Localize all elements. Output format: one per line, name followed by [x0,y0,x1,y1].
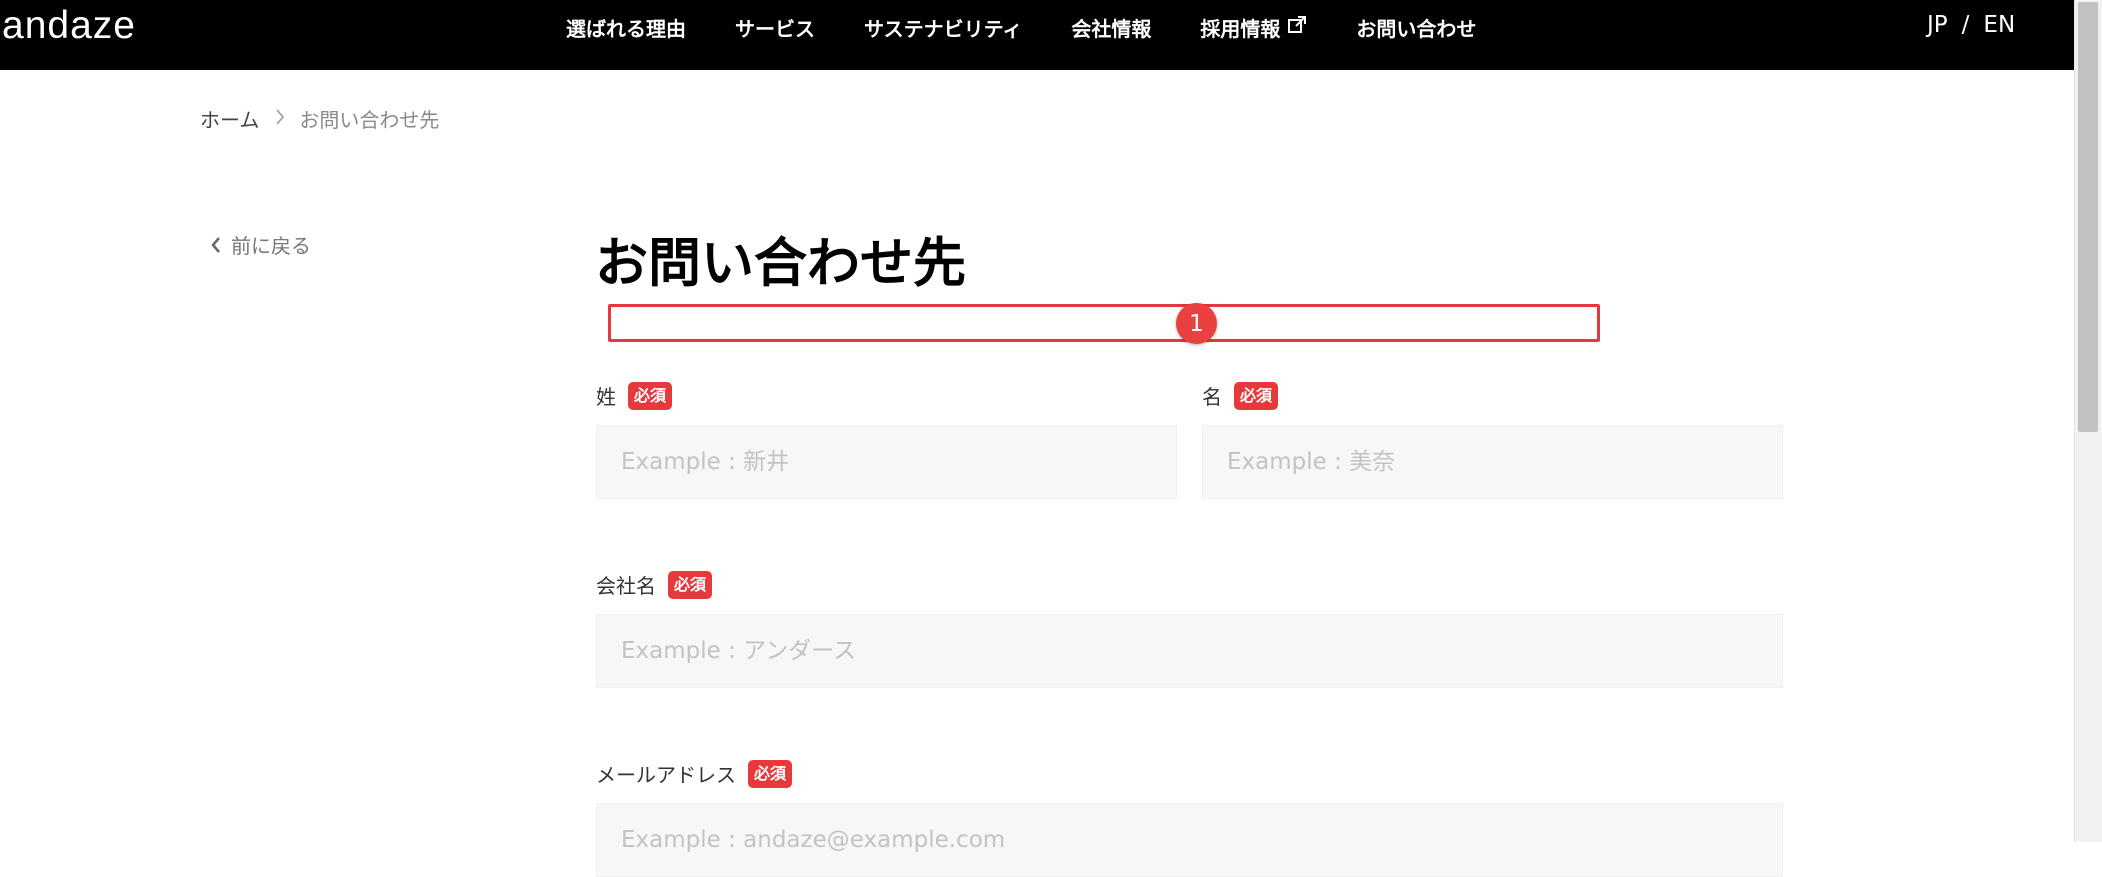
top-navigation-bar: andaze 選ばれる理由 サービス サステナビリティ 会社情報 採用情報 お問… [0,0,2074,70]
nav-label: 選ばれる理由 [566,16,686,41]
required-badge: 必須 [748,759,793,788]
company-label: 会社名 必須 [596,570,713,599]
field-label-text: 姓 [596,385,616,409]
nav-label: 会社情報 [1071,16,1152,41]
first-name-input[interactable] [1202,425,1783,499]
company-input[interactable] [596,614,1783,688]
annotation-number-badge: 1 [1176,303,1217,344]
main-nav: 選ばれる理由 サービス サステナビリティ 会社情報 採用情報 お問い合わせ [566,12,1525,42]
required-badge: 必須 [1234,381,1279,410]
first-name-label: 名 必須 [1202,381,1279,410]
external-link-icon [1287,15,1307,40]
nav-item-recruit[interactable]: 採用情報 [1200,13,1307,42]
page-scrollbar[interactable] [2074,0,2102,842]
nav-label: サステナビリティ [864,16,1023,41]
nav-item-services[interactable]: サービス [735,13,815,42]
chevron-right-icon [275,107,285,131]
required-badge: 必須 [668,570,713,599]
field-label-text: メールアドレス [596,763,736,787]
nav-item-company[interactable]: 会社情報 [1071,13,1151,42]
nav-label: お問い合わせ [1356,16,1477,41]
chevron-left-icon [211,236,220,253]
required-badge: 必須 [628,381,673,410]
lang-en[interactable]: EN [1983,12,2015,38]
nav-item-contact[interactable]: お問い合わせ [1356,13,1476,42]
back-link[interactable]: 前に戻る [210,230,311,259]
breadcrumb-current: お問い合わせ先 [299,108,440,132]
field-label-text: 名 [1202,385,1222,409]
last-name-label: 姓 必須 [596,381,673,410]
site-logo[interactable]: andaze [2,4,136,48]
language-switcher: JP / EN [1927,12,2015,38]
email-label: メールアドレス 必須 [596,759,793,788]
last-name-input[interactable] [596,425,1177,499]
breadcrumb: ホーム お問い合わせ先 [200,104,439,133]
back-label: 前に戻る [231,234,311,258]
email-input[interactable] [596,803,1783,877]
breadcrumb-home[interactable]: ホーム [200,104,259,133]
nav-label: サービス [735,16,815,41]
page-title: お問い合わせ先 [595,233,966,294]
scrollbar-thumb[interactable] [2078,2,2098,432]
nav-item-reasons[interactable]: 選ばれる理由 [566,13,686,42]
field-label-text: 会社名 [596,574,656,598]
nav-item-sustainability[interactable]: サステナビリティ [864,13,1022,42]
annotation-highlight-box [608,304,1600,342]
nav-label: 採用情報 [1200,16,1281,41]
lang-jp[interactable]: JP [1927,12,1948,38]
lang-separator: / [1961,12,1970,38]
